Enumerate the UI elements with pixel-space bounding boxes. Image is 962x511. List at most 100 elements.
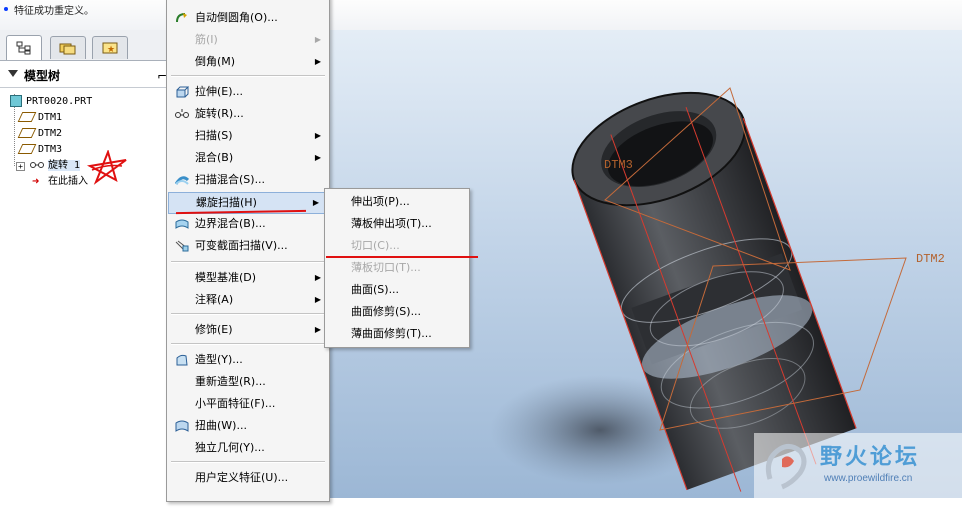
submenu-arrow-icon: ▶ <box>314 295 321 304</box>
menu-item-label: 扫描混合(S)... <box>195 173 266 186</box>
tree-expand-toggle[interactable]: + <box>16 162 25 171</box>
menu-item-label: 独立几何(Y)... <box>195 441 265 454</box>
model-tree-icon <box>16 41 31 55</box>
menu-separator <box>171 313 325 315</box>
tree-node-part[interactable]: PRT0020.PRT <box>10 94 92 110</box>
menu-item-user-defined-feature[interactable]: 用户定义特征(U)... <box>167 467 329 489</box>
menu-item-sweep[interactable]: 扫描(S) ▶ <box>167 125 329 147</box>
menu-item-annotation[interactable]: 注释(A) ▶ <box>167 289 329 311</box>
menu-item-chamfer[interactable]: 倒角(M) ▶ <box>167 51 329 73</box>
menu-item-model-datum[interactable]: 模型基准(D) ▶ <box>167 267 329 289</box>
folder-icon <box>59 43 76 55</box>
swept-blend-icon <box>175 176 189 185</box>
tree-collapse-icon[interactable] <box>8 70 18 78</box>
variable-sweep-icon <box>175 240 189 252</box>
menu-item-facet-feature[interactable]: 小平面特征(F)... <box>167 393 329 415</box>
menu-item-cosmetic[interactable]: 修饰(E) ▶ <box>167 319 329 341</box>
menu-item-label: 旋转(R)... <box>195 107 244 120</box>
submenu-arrow-icon: ▶ <box>314 131 321 140</box>
revolve-icon <box>175 109 189 118</box>
submenu-arrow-icon: ▶ <box>314 273 321 282</box>
watermark-url: www.proewildfire.cn <box>824 473 913 484</box>
menu-item-style[interactable]: 造型(Y)... <box>167 349 329 371</box>
favorites-icon: ★ <box>102 42 118 55</box>
menu-item-cut-off[interactable] <box>167 489 329 511</box>
submenu-item-thin-surface-trim[interactable]: 薄曲面修剪(T)... <box>351 323 432 345</box>
tree-node-label: 在此插入 <box>48 176 88 187</box>
tree-node-label: DTM2 <box>38 128 63 139</box>
auto-round-icon <box>176 13 187 23</box>
style-icon <box>176 354 188 366</box>
message-text: 特征成功重定义。 <box>14 6 94 17</box>
datum-plane-icon <box>17 112 37 122</box>
menu-item-independent-geometry[interactable]: 独立几何(Y)... <box>167 437 329 459</box>
menu-item-variable-section-sweep[interactable]: 可变截面扫描(V)... <box>167 235 329 257</box>
menu-item-revolve[interactable]: 旋转(R)... <box>167 103 329 125</box>
menu-item-boundary-blend[interactable]: 边界混合(B)... <box>167 213 329 235</box>
message-bar: 特征成功重定义。 <box>0 0 962 31</box>
menu-item-label: 注释(A) <box>195 293 234 306</box>
insert-here-icon: ➜ <box>32 174 40 188</box>
menu-item-label: 倒角(M) <box>195 55 236 68</box>
menu-item-label: 拉伸(E)... <box>195 85 244 98</box>
menu-item-label: 自动倒圆角(O)... <box>195 11 278 24</box>
tree-node-label: 旋转 1 <box>48 160 81 171</box>
menu-separator <box>171 75 325 77</box>
menu-item-label: 小平面特征(F)... <box>195 397 276 410</box>
menu-item-label: 边界混合(B)... <box>195 217 266 230</box>
menu-item-label: 扭曲(W)... <box>195 419 247 432</box>
datum-label-dtm3: DTM3 <box>604 158 633 172</box>
menu-item-auto-round[interactable]: 自动倒圆角(O)... <box>167 7 329 29</box>
info-bullet-icon <box>4 7 8 11</box>
favorites-tab[interactable]: ★ <box>92 36 128 59</box>
watermark-title: 野火论坛 <box>820 445 921 470</box>
tree-node-dtm3[interactable]: DTM3 <box>17 142 62 158</box>
tree-node-label: DTM1 <box>38 112 63 123</box>
menu-item-label: 筋(I) <box>195 33 218 46</box>
datum-plane-icon <box>17 128 37 138</box>
navigator-pane: ★ 模型树 ⌐ PRT0020.PRT DTM1 DTM2 DTM3 + 旋转 … <box>0 30 167 498</box>
menu-item-swept-blend[interactable]: 扫描混合(S)... <box>167 169 329 191</box>
submenu-item-thin-protrusion[interactable]: 薄板伸出项(T)... <box>351 213 432 235</box>
menu-item-label: 模型基准(D) <box>195 271 257 284</box>
submenu-arrow-icon: ▶ <box>314 57 321 66</box>
submenu-item-surface-trim[interactable]: 曲面修剪(S)... <box>351 301 421 323</box>
menu-item-rib[interactable]: 筋(I) ▶ <box>167 29 329 51</box>
menu-item-blend[interactable]: 混合(B) ▶ <box>167 147 329 169</box>
submenu-item-thin-cut[interactable]: 薄板切口(T)... <box>351 257 421 279</box>
menu-item-label: 混合(B) <box>195 151 234 164</box>
part-icon <box>10 95 22 107</box>
forum-logo-icon <box>765 443 807 490</box>
insert-menu: 自动倒圆角(O)... 筋(I) ▶ 倒角(M) ▶ 拉伸(E)... 旋转(R… <box>166 0 330 502</box>
extrude-icon <box>176 86 189 98</box>
menu-item-warp[interactable]: 扭曲(W)... <box>167 415 329 437</box>
tree-node-dtm2[interactable]: DTM2 <box>17 126 63 142</box>
menu-item-label: 重新造型(R)... <box>195 375 266 388</box>
menu-separator <box>171 461 325 463</box>
submenu-item-cut[interactable]: 切口(C)... <box>351 235 400 257</box>
submenu-arrow-icon: ▶ <box>312 198 319 207</box>
menu-item-restyle[interactable]: 重新造型(R)... <box>167 371 329 393</box>
revolve-icon <box>30 162 44 168</box>
model-tree-tab[interactable] <box>6 35 42 60</box>
menu-separator <box>171 261 325 263</box>
datum-plane-icon <box>17 144 37 154</box>
helical-sweep-submenu: 伸出项(P)... 薄板伸出项(T)... 切口(C)... 薄板切口(T)..… <box>324 188 470 348</box>
submenu-item-surface[interactable]: 曲面(S)... <box>351 279 399 301</box>
model-tree-header: 模型树 ⌐ <box>0 61 167 88</box>
svg-text:★: ★ <box>107 45 115 55</box>
menu-item-label: 扫描(S) <box>195 129 233 142</box>
tree-node-insert-here[interactable]: ➜ 在此插入 <box>32 174 88 190</box>
menu-item-label: 可变截面扫描(V)... <box>195 239 288 252</box>
tree-node-revolve[interactable]: 旋转 1 <box>30 158 81 174</box>
submenu-item-protrusion[interactable]: 伸出项(P)... <box>351 191 410 213</box>
folder-browser-tab[interactable] <box>50 36 86 59</box>
model-tree-title: 模型树 <box>24 69 61 83</box>
forum-watermark: 野火论坛 www.proewildfire.cn <box>754 433 962 498</box>
navigator-tabs: ★ <box>0 30 166 61</box>
datum-label-dtm2: DTM2 <box>916 252 945 266</box>
warp-icon <box>175 420 189 432</box>
menu-item-extrude[interactable]: 拉伸(E)... <box>167 81 329 103</box>
tree-node-label: PRT0020.PRT <box>26 96 93 107</box>
tree-node-dtm1[interactable]: DTM1 <box>17 110 63 126</box>
